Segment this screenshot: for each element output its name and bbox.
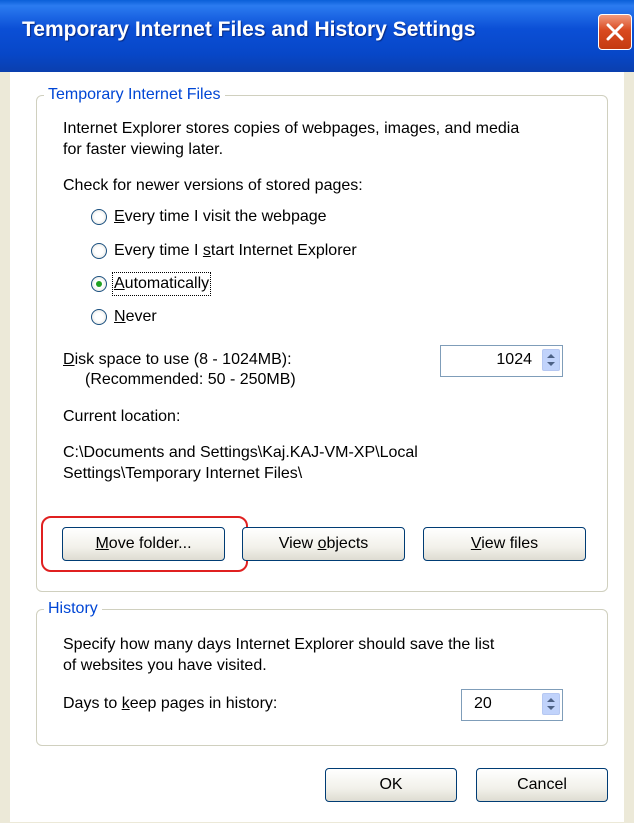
radio-automatically-text: utomatically <box>124 275 210 292</box>
disk-space-text: isk space to use (8 - 1024MB): <box>74 351 292 368</box>
current-location-label: Current location: <box>63 408 181 425</box>
radio-automatically-mnemonic: A <box>114 275 125 292</box>
radio-never-label[interactable]: Never <box>114 307 157 327</box>
title-bar[interactable]: Temporary Internet Files and History Set… <box>0 0 634 72</box>
dialog-body: Temporary Internet Files Internet Explor… <box>10 72 624 822</box>
spin-up-icon <box>547 354 555 358</box>
ok-button[interactable]: OK <box>325 768 457 802</box>
disk-space-recommended: (Recommended: 50 - 250MB) <box>85 371 296 388</box>
check-newer-label: Check for newer versions of stored pages… <box>63 177 363 194</box>
history-days-spinbox[interactable]: 20 <box>461 689 563 721</box>
days-keep-label: Days to keep pages in history: <box>63 694 277 714</box>
location-path-line1: C:\Documents and Settings\Kaj.KAJ-VM-XP\… <box>63 444 418 461</box>
history-legend: History <box>44 600 102 618</box>
move-folder-button[interactable]: Move folder... <box>62 527 225 561</box>
radio-every-visit-text: very time I visit the webpage <box>124 208 327 225</box>
radio-every-visit-mnemonic: E <box>114 208 125 225</box>
disk-space-label: Disk space to use (8 - 1024MB): <box>63 350 292 370</box>
view-objects-prefix: View <box>278 535 318 552</box>
radio-automatically-button[interactable] <box>91 276 107 292</box>
view-objects-button[interactable]: View objects <box>242 527 405 561</box>
radio-never-text: ever <box>125 308 157 325</box>
tif-legend: Temporary Internet Files <box>44 86 225 104</box>
disk-space-spinbox[interactable]: 1024 <box>440 345 563 377</box>
radio-never-mnemonic: N <box>114 308 126 325</box>
move-folder-text: ove folder... <box>108 535 192 552</box>
location-path-line2: Settings\Temporary Internet Files\ <box>63 465 303 482</box>
radio-every-start-mnemonic: s <box>202 242 211 259</box>
cancel-button[interactable]: Cancel <box>476 768 608 802</box>
history-group <box>36 609 608 746</box>
window-title: Temporary Internet Files and History Set… <box>22 18 476 41</box>
view-files-text: iew files <box>481 535 539 552</box>
close-icon <box>606 23 624 41</box>
tif-description-line2: for faster viewing later. <box>63 141 224 158</box>
view-files-button[interactable]: View files <box>423 527 586 561</box>
tif-description-line1: Internet Explorer stores copies of webpa… <box>63 120 520 137</box>
close-button[interactable] <box>598 14 632 50</box>
radio-never-button[interactable] <box>91 309 107 325</box>
settings-dialog: Temporary Internet Files and History Set… <box>0 0 634 823</box>
radio-every-start-label[interactable]: Every time I start Internet Explorer <box>114 241 357 261</box>
days-keep-prefix: Days to <box>63 695 122 712</box>
history-description-line2: of websites you have visited. <box>63 657 267 674</box>
days-keep-mnemonic: k <box>121 695 130 712</box>
history-days-value[interactable]: 20 <box>474 690 492 718</box>
history-days-spin-arrows[interactable] <box>542 693 560 715</box>
view-files-mnemonic: V <box>470 535 482 552</box>
radio-every-start-button[interactable] <box>91 243 107 259</box>
spin-up-icon <box>547 698 555 702</box>
move-folder-mnemonic: M <box>95 535 109 552</box>
disk-space-mnemonic: D <box>63 351 75 368</box>
history-description-line1: Specify how many days Internet Explorer … <box>63 636 495 653</box>
disk-space-value[interactable]: 1024 <box>496 346 532 374</box>
view-objects-text: bjects <box>326 535 369 552</box>
spin-down-icon <box>547 362 555 366</box>
disk-space-spin-arrows[interactable] <box>542 349 560 371</box>
radio-every-start-text: tart Internet Explorer <box>210 242 357 259</box>
radio-every-visit-button[interactable] <box>91 209 107 225</box>
spin-down-icon <box>547 706 555 710</box>
radio-automatically-label[interactable]: Automatically <box>111 272 212 296</box>
radio-every-visit-label[interactable]: Every time I visit the webpage <box>114 207 327 227</box>
days-keep-text: eep pages in history: <box>129 695 278 712</box>
radio-every-start-prefix: Every time I <box>114 242 203 259</box>
